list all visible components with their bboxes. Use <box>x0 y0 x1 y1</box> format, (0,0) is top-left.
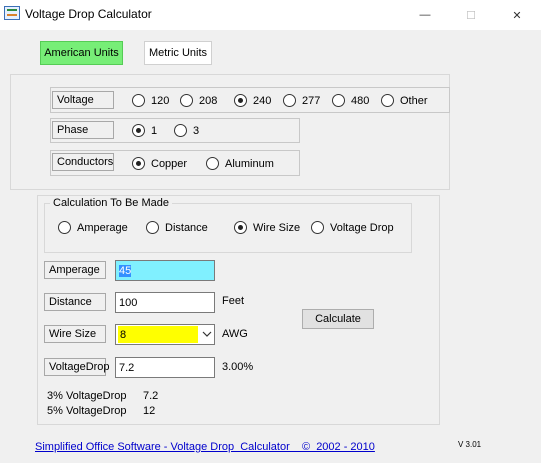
result-3pct-value: 7.2 <box>143 390 159 402</box>
result-3pct-label: 3% VoltageDrop <box>47 390 127 402</box>
radio-icon[interactable] <box>146 221 159 234</box>
radio-icon[interactable] <box>180 94 193 107</box>
conductor-option-aluminum[interactable]: Aluminum <box>206 157 274 170</box>
radio-icon[interactable] <box>332 94 345 107</box>
voltage-option-480[interactable]: 480 <box>332 94 369 107</box>
app-icon <box>4 6 20 20</box>
radio-icon[interactable] <box>381 94 394 107</box>
calc-option-voltage-drop[interactable]: Voltage Drop <box>311 221 394 234</box>
phase-option-3[interactable]: 3 <box>174 124 199 137</box>
distance-input[interactable]: 100 <box>115 292 215 313</box>
calc-option-distance[interactable]: Distance <box>146 221 208 234</box>
calc-option-wire-size[interactable]: Wire Size <box>234 221 300 234</box>
radio-selected-icon[interactable] <box>132 124 145 137</box>
radio-icon[interactable] <box>174 124 187 137</box>
radio-icon[interactable] <box>311 221 324 234</box>
amperage-input[interactable]: 45 <box>115 260 215 281</box>
radio-selected-icon[interactable] <box>234 221 247 234</box>
voltage-option-other[interactable]: Other <box>381 94 428 107</box>
footer-link[interactable]: Simplified Office Software - Voltage Dro… <box>35 441 375 453</box>
maximize-button[interactable]: ☐ <box>448 0 494 30</box>
voltage-option-277[interactable]: 277 <box>283 94 320 107</box>
calculation-legend: Calculation To Be Made <box>50 197 172 209</box>
radio-icon[interactable] <box>132 94 145 107</box>
conductors-label: Conductors <box>52 153 114 171</box>
voltage-option-240[interactable]: 240 <box>234 94 271 107</box>
radio-icon[interactable] <box>206 157 219 170</box>
radio-selected-icon[interactable] <box>234 94 247 107</box>
american-units-button[interactable]: American Units <box>40 41 123 65</box>
close-button[interactable]: ✕ <box>494 0 540 30</box>
result-5pct-label: 5% VoltageDrop <box>47 405 127 417</box>
calculate-button[interactable]: Calculate <box>302 309 374 329</box>
wire-size-unit: AWG <box>222 328 248 340</box>
radio-icon[interactable] <box>58 221 71 234</box>
distance-unit: Feet <box>222 295 245 307</box>
chevron-down-icon[interactable] <box>202 331 212 338</box>
voltage-drop-input[interactable]: 7.2 <box>115 357 215 378</box>
calc-option-amperage[interactable]: Amperage <box>58 221 128 234</box>
radio-icon[interactable] <box>283 94 296 107</box>
conductor-option-copper[interactable]: Copper <box>132 157 187 170</box>
amperage-label: Amperage <box>44 261 106 279</box>
voltage-drop-label: VoltageDrop <box>44 358 110 376</box>
window-title: Voltage Drop Calculator <box>25 7 152 21</box>
voltage-option-120[interactable]: 120 <box>132 94 169 107</box>
voltage-label: Voltage <box>52 91 114 109</box>
radio-selected-icon[interactable] <box>132 157 145 170</box>
phase-option-1[interactable]: 1 <box>132 124 157 137</box>
wire-size-select[interactable]: 8 <box>115 324 215 345</box>
version-label: V 3.01 <box>458 440 482 449</box>
wire-size-label: Wire Size <box>44 325 106 343</box>
result-5pct-value: 12 <box>143 405 156 417</box>
metric-units-button[interactable]: Metric Units <box>144 41 212 65</box>
phase-label: Phase <box>52 121 114 139</box>
voltage-option-208[interactable]: 208 <box>180 94 217 107</box>
minimize-button[interactable]: — <box>402 0 448 30</box>
distance-label: Distance <box>44 293 106 311</box>
voltage-drop-percent: 3.00% <box>222 361 254 373</box>
wire-size-value: 8 <box>118 326 198 343</box>
